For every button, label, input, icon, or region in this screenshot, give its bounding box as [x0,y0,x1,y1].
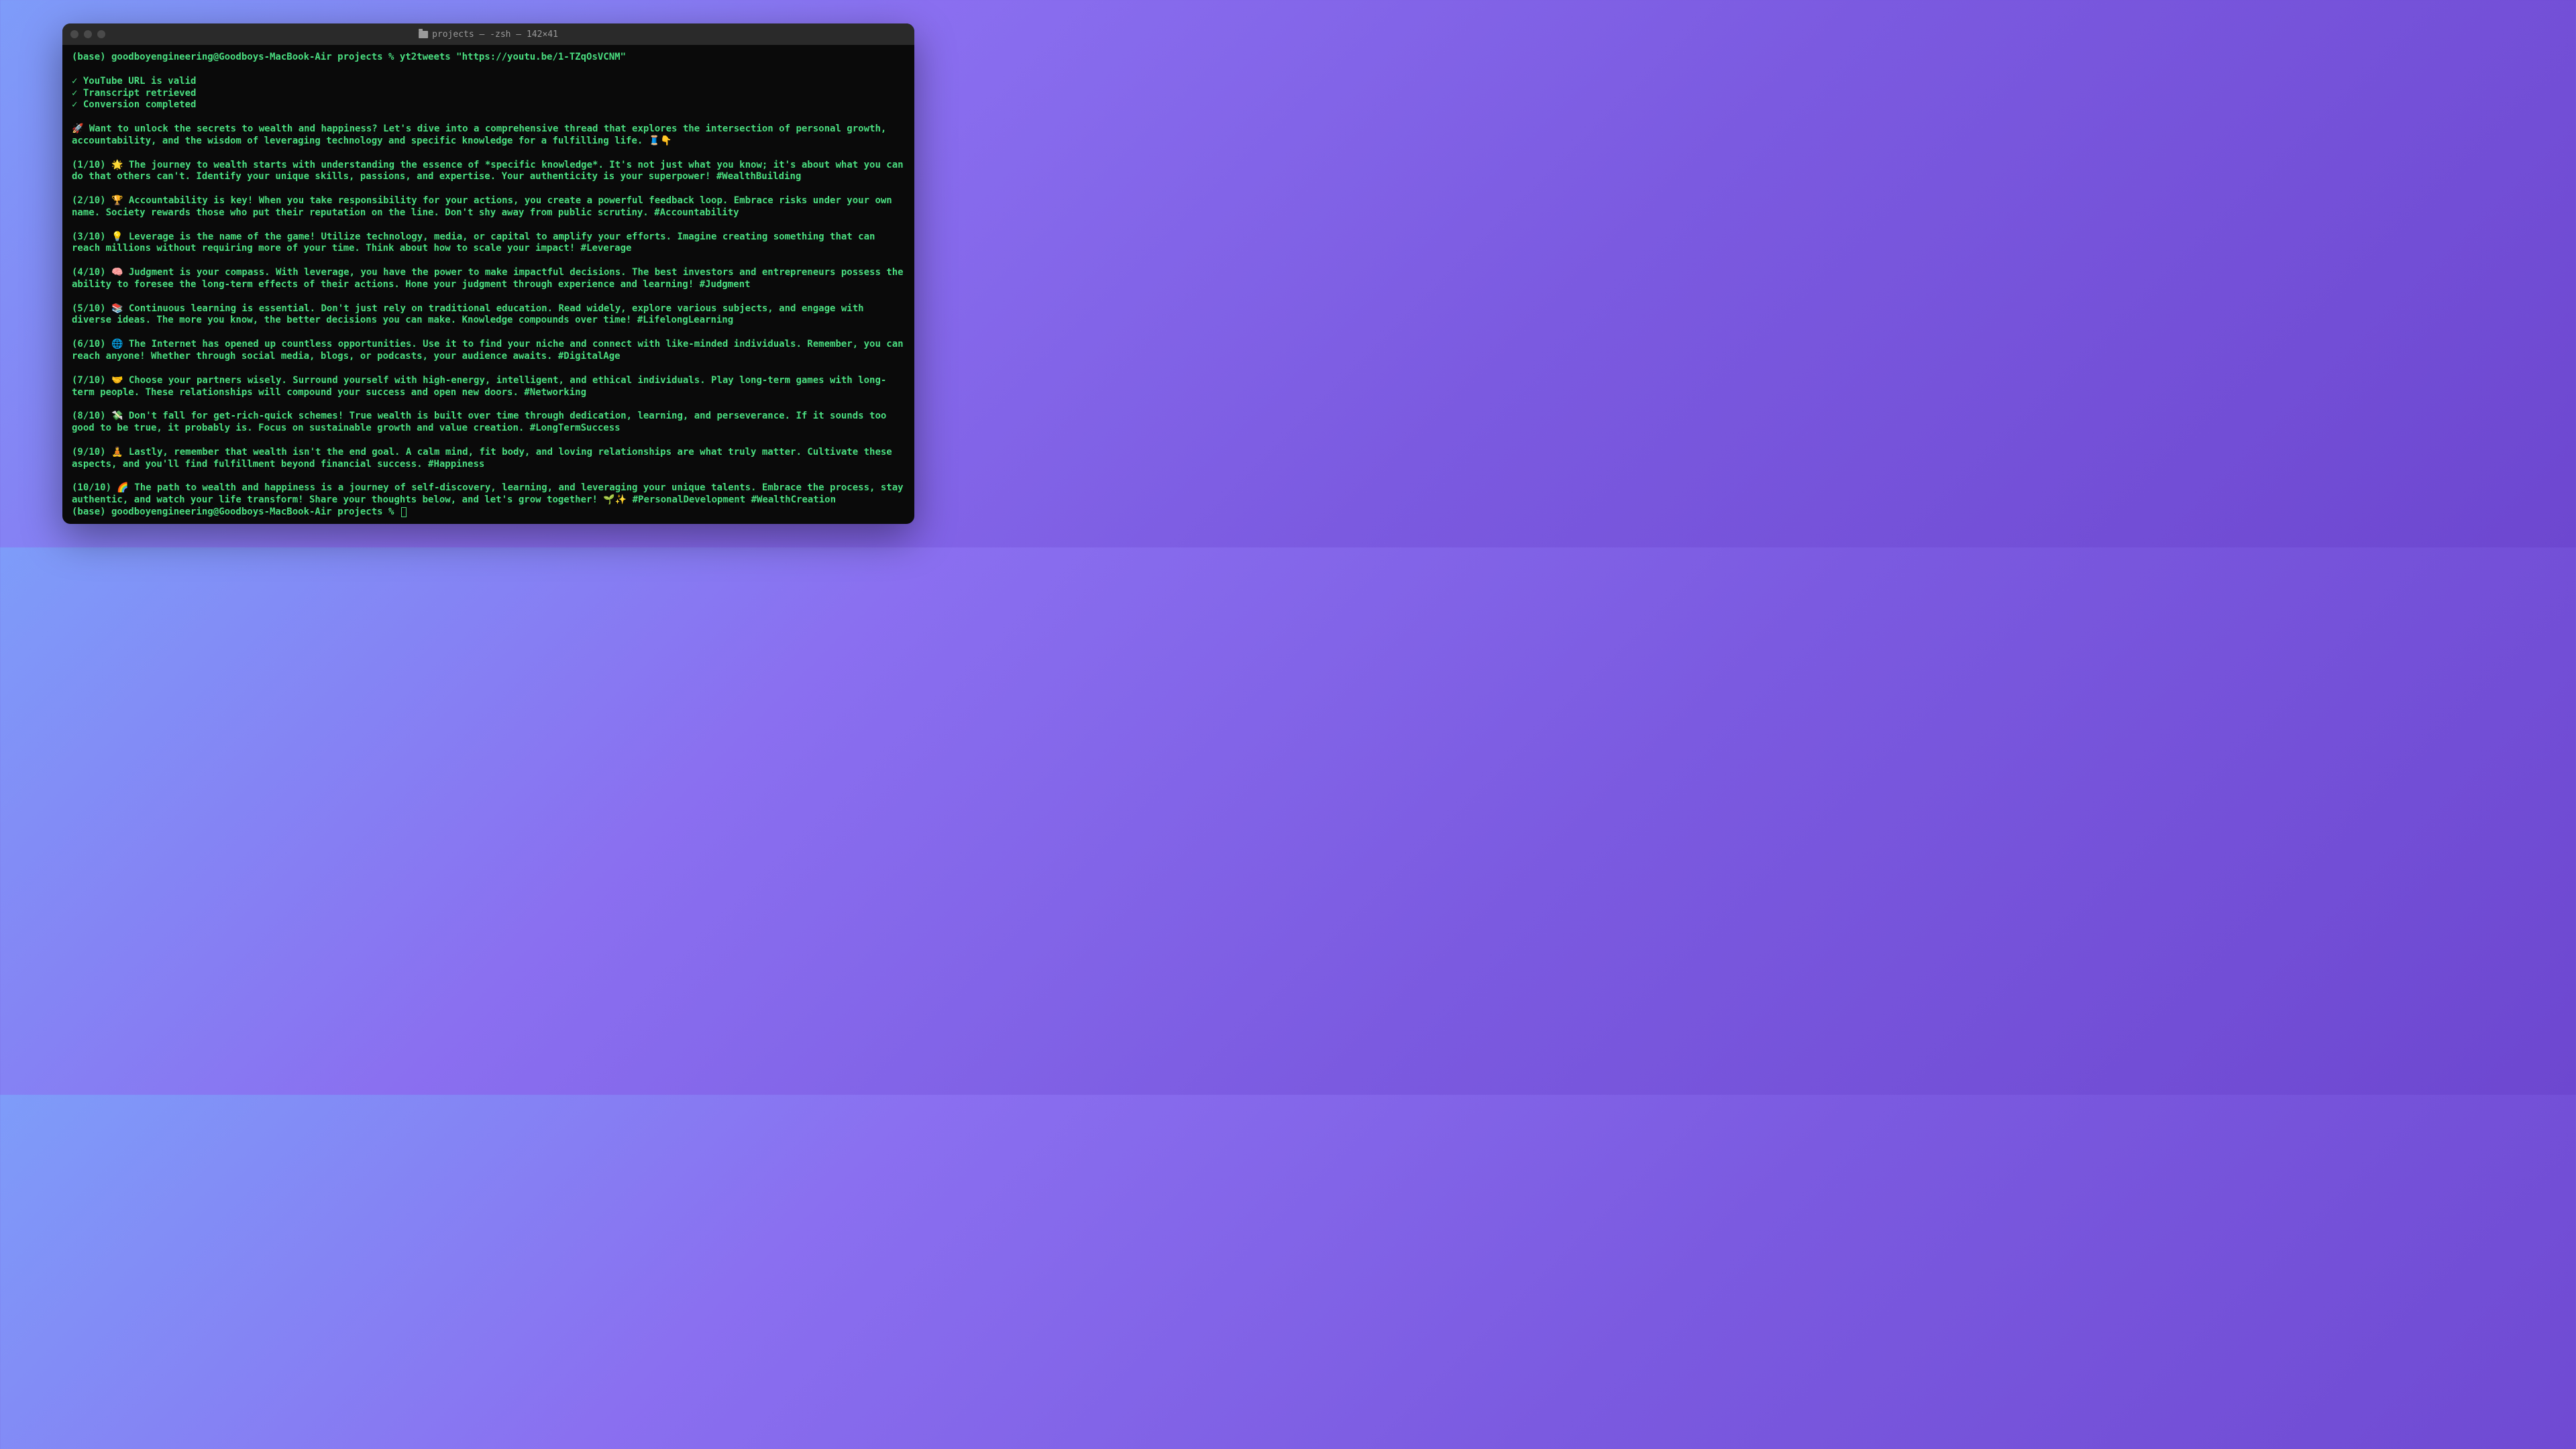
window-title: projects — -zsh — 142×41 [419,30,558,40]
prompt-line-command: (base) goodboyengineering@Goodboys-MacBo… [72,52,905,64]
cursor [401,507,407,517]
tweet-8: (8/10) 💸 Don't fall for get-rich-quick s… [72,411,905,435]
tweet-intro: 🚀 Want to unlock the secrets to wealth a… [72,123,905,148]
status-conversion-completed: ✓ Conversion completed [72,99,905,111]
tweet-10: (10/10) 🌈 The path to wealth and happine… [72,482,905,506]
status-transcript-retrieved: ✓ Transcript retrieved [72,88,905,100]
prompt-text: (base) goodboyengineering@Goodboys-MacBo… [72,506,400,517]
tweet-3: (3/10) 💡 Leverage is the name of the gam… [72,231,905,256]
prompt-line-current: (base) goodboyengineering@Goodboys-MacBo… [72,506,905,519]
terminal-window: projects — -zsh — 142×41 (base) goodboye… [62,23,914,524]
status-url-valid: ✓ YouTube URL is valid [72,76,905,88]
tweet-4: (4/10) 🧠 Judgment is your compass. With … [72,267,905,291]
tweet-7: (7/10) 🤝 Choose your partners wisely. Su… [72,375,905,399]
folder-icon [419,31,428,38]
close-window-button[interactable] [70,30,78,38]
traffic-lights [70,30,105,38]
tweet-2: (2/10) 🏆 Accountability is key! When you… [72,195,905,219]
tweet-5: (5/10) 📚 Continuous learning is essentia… [72,303,905,327]
tweet-6: (6/10) 🌐 The Internet has opened up coun… [72,339,905,363]
title-bar: projects — -zsh — 142×41 [62,23,914,45]
maximize-window-button[interactable] [97,30,105,38]
terminal-content[interactable]: (base) goodboyengineering@Goodboys-MacBo… [62,45,914,524]
tweet-1: (1/10) 🌟 The journey to wealth starts wi… [72,160,905,184]
minimize-window-button[interactable] [84,30,92,38]
tweet-9: (9/10) 🧘 Lastly, remember that wealth is… [72,447,905,471]
window-title-text: projects — -zsh — 142×41 [432,30,558,40]
